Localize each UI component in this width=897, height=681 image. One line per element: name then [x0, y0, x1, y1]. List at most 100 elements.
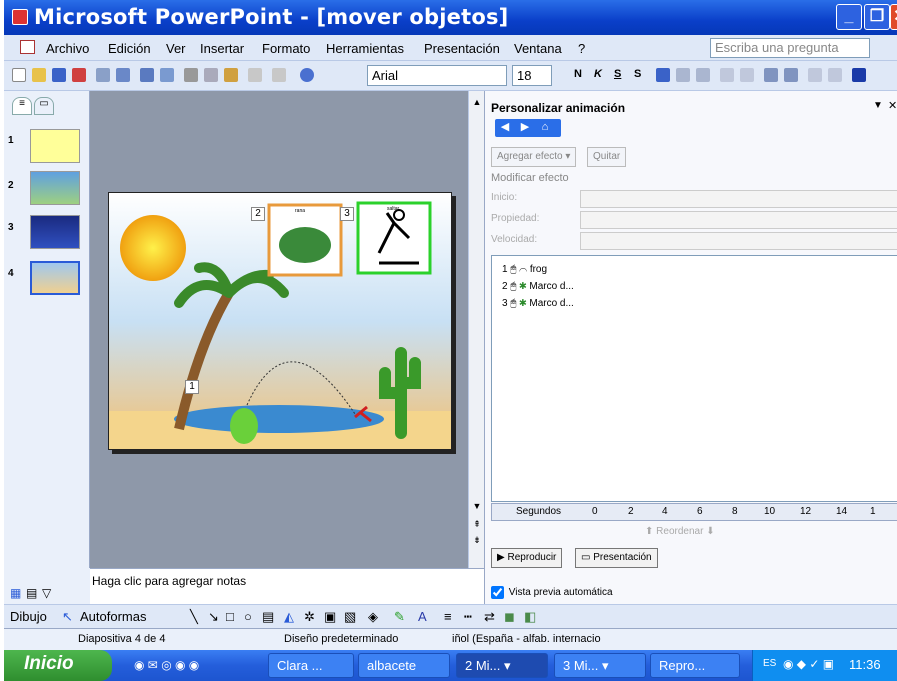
menu-insertar[interactable]: Insertar	[200, 41, 244, 56]
sorter-view-icon[interactable]: ▤	[26, 586, 37, 600]
draw-menu[interactable]: Dibujo	[10, 609, 47, 624]
spelling-icon[interactable]	[140, 68, 154, 82]
language-indicator[interactable]: ES	[763, 658, 776, 669]
research-icon[interactable]	[160, 68, 174, 82]
new-icon[interactable]	[12, 68, 26, 82]
diagram-icon[interactable]: ✲	[304, 609, 315, 625]
reorder-control[interactable]: ⬆ Reordenar ⬇	[645, 526, 715, 537]
select-pointer-icon[interactable]: ↖	[62, 609, 73, 625]
quick-launch-icons[interactable]: ◉ ✉ ◎ ◉ ◉	[134, 658, 199, 672]
line-icon[interactable]: ╲	[190, 609, 198, 625]
taskbar-task[interactable]: Clara ...	[268, 653, 354, 678]
outline-tab[interactable]: ≡	[12, 97, 32, 115]
sun-shape[interactable]	[120, 215, 186, 281]
picture-icon[interactable]: ▧	[344, 609, 356, 625]
help-icon[interactable]	[300, 68, 314, 82]
start-select[interactable]	[580, 190, 897, 208]
save-icon[interactable]	[52, 68, 66, 82]
menu-ventana[interactable]: Ventana	[514, 41, 562, 56]
menu-help[interactable]: ?	[578, 41, 585, 56]
textbox-icon[interactable]: ▤	[262, 609, 274, 625]
line-color-icon[interactable]: ✎	[394, 609, 405, 625]
restore-button[interactable]: ❐	[864, 4, 890, 30]
slideshow-button[interactable]: ▭ Presentación	[575, 548, 658, 568]
cut-icon[interactable]	[184, 68, 198, 82]
animation-item[interactable]: 1 🖱 ⌒ frog	[502, 264, 547, 275]
preview-icon[interactable]	[116, 68, 130, 82]
wordart-icon[interactable]: ◭	[284, 609, 294, 625]
print-icon[interactable]	[96, 68, 110, 82]
taskbar-task-active[interactable]: 2 Mi... ▾	[456, 653, 548, 678]
arrow-icon[interactable]: ↘	[208, 609, 219, 625]
notes-pane[interactable]: Haga clic para agregar notas	[90, 568, 484, 604]
current-slide[interactable]: 2 rana 3 saltar 1	[108, 192, 452, 450]
next-slide-icon[interactable]: ⇟	[471, 535, 483, 547]
dash-style-icon[interactable]: ┅	[464, 609, 472, 625]
open-icon[interactable]	[32, 68, 46, 82]
align-right-icon[interactable]	[696, 68, 710, 82]
back-icon[interactable]: ◀	[495, 120, 515, 136]
shadow-style-icon[interactable]: ◼	[504, 609, 515, 625]
font-name-box[interactable]: Arial	[367, 65, 507, 86]
italic-button[interactable]: K	[594, 68, 602, 80]
decrease-indent-icon[interactable]	[808, 68, 822, 82]
document-icon[interactable]	[20, 40, 35, 54]
paste-icon[interactable]	[224, 68, 238, 82]
slide-thumbnail-2[interactable]	[30, 171, 80, 205]
clipart-icon[interactable]: ▣	[324, 609, 336, 625]
normal-view-icon[interactable]: ▦	[10, 586, 21, 600]
menu-ver[interactable]: Ver	[166, 41, 186, 56]
frog-shape[interactable]	[230, 408, 258, 444]
slide-thumbnail-3[interactable]	[30, 215, 80, 249]
seconds-dropdown[interactable]: Segundos	[516, 506, 561, 517]
arrow-style-icon[interactable]: ⇄	[484, 609, 495, 625]
increase-font-icon[interactable]	[764, 68, 778, 82]
align-left-icon[interactable]	[656, 68, 670, 82]
bullets-icon[interactable]	[740, 68, 754, 82]
taskbar-task[interactable]: 3 Mi... ▾	[554, 653, 646, 678]
taskbar-task[interactable]: Repro...	[650, 653, 740, 678]
shadow-button[interactable]: S	[634, 68, 641, 80]
scroll-up-icon[interactable]: ▲	[471, 97, 483, 109]
font-color-icon[interactable]	[852, 68, 866, 82]
redo-icon[interactable]	[272, 68, 286, 82]
menu-archivo[interactable]: Archivo	[46, 41, 89, 56]
timeline-bar[interactable]: Segundos 0 2 4 6 8 10 12 14 1	[491, 503, 897, 521]
ask-question-input[interactable]: Escriba una pregunta	[710, 38, 870, 58]
scroll-down-icon[interactable]: ▼	[471, 501, 483, 513]
start-button[interactable]: Inicio	[4, 650, 112, 681]
home-icon[interactable]: ⌂	[535, 121, 555, 137]
taskbar-task[interactable]: albacete	[358, 653, 450, 678]
tray-icons[interactable]: ◉ ◆ ✓ ▣	[783, 657, 834, 671]
menu-formato[interactable]: Formato	[262, 41, 310, 56]
play-button[interactable]: ▶ Reproducir	[491, 548, 563, 568]
auto-preview-checkbox[interactable]: Vista previa automática	[491, 586, 613, 599]
slide-scrollbar[interactable]: ▲ ▼ ⇞ ⇟	[468, 91, 484, 568]
pane-close-icon[interactable]: ✕	[888, 99, 897, 112]
text-color-icon[interactable]: A	[418, 609, 427, 624]
line-style-icon[interactable]: ≡	[444, 609, 452, 624]
animation-item[interactable]: 2 🖱 ✱ Marco d...	[502, 281, 574, 292]
underline-button[interactable]: S	[614, 68, 621, 80]
pane-menu-icon[interactable]: ▼	[873, 100, 883, 111]
3d-style-icon[interactable]: ◧	[524, 609, 536, 625]
speed-select[interactable]	[580, 232, 897, 250]
slideshow-view-icon[interactable]: ▽	[42, 586, 51, 600]
autoshapes-menu[interactable]: Autoformas	[80, 609, 146, 624]
add-effect-button[interactable]: Agregar efecto ▾	[491, 147, 577, 167]
minimize-button[interactable]: _	[836, 4, 862, 30]
permission-icon[interactable]	[72, 68, 86, 82]
remove-button[interactable]: Quitar	[587, 147, 627, 167]
rectangle-icon[interactable]: □	[226, 609, 234, 624]
animation-item[interactable]: 3 🖱 ✱ Marco d...	[502, 298, 574, 309]
decrease-font-icon[interactable]	[784, 68, 798, 82]
close-button[interactable]: ✕	[890, 4, 897, 30]
water-pond[interactable]	[174, 405, 384, 433]
copy-icon[interactable]	[204, 68, 218, 82]
fill-color-icon[interactable]: ◈	[368, 609, 378, 625]
font-size-box[interactable]: 18	[512, 65, 552, 86]
forward-icon[interactable]: ▶	[515, 120, 535, 136]
previous-slide-icon[interactable]: ⇞	[471, 519, 483, 531]
menu-presentacion[interactable]: Presentación	[424, 41, 500, 56]
menu-herramientas[interactable]: Herramientas	[326, 41, 404, 56]
